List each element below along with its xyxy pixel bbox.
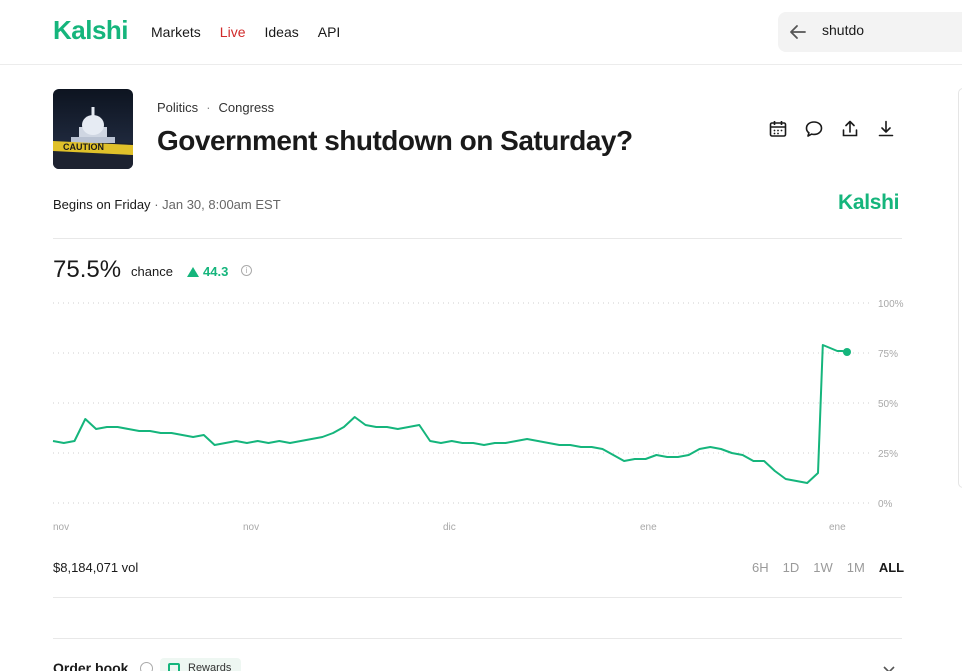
- search-box[interactable]: [778, 12, 962, 52]
- up-triangle-icon: [187, 267, 199, 277]
- rewards-label: Rewards: [188, 662, 232, 671]
- range-6h[interactable]: 6H: [752, 560, 769, 575]
- chance-delta: 44.3: [187, 264, 228, 279]
- search-input[interactable]: [822, 22, 962, 38]
- arrow-left-icon[interactable]: [788, 22, 808, 42]
- range-selector: 6H 1D 1W 1M ALL: [752, 560, 904, 575]
- chance-value: 75.5%: [53, 256, 122, 283]
- chance-delta-value: 44.3: [203, 264, 229, 279]
- x-tick-label: ene: [640, 522, 657, 533]
- x-tick-label: nov: [243, 522, 259, 533]
- range-1m[interactable]: 1M: [847, 560, 865, 575]
- begins-label: Begins on Friday: [53, 197, 151, 212]
- range-all[interactable]: ALL: [879, 560, 904, 575]
- y-tick-label: 25%: [878, 449, 898, 460]
- info-icon[interactable]: [140, 662, 153, 671]
- share-icon[interactable]: [840, 119, 860, 139]
- series-line: [52, 344, 848, 484]
- top-bar: Kalshi Markets Live Ideas API: [0, 0, 962, 65]
- x-tick-label: dic: [443, 522, 456, 533]
- y-tick-label: 100%: [878, 299, 904, 310]
- kalshi-brand-mark: Kalshi: [838, 191, 900, 214]
- market-actions: [768, 119, 896, 139]
- divider: [53, 597, 902, 598]
- chance-label: chance: [131, 264, 173, 279]
- main-nav: Markets Live Ideas API: [151, 24, 340, 40]
- divider: [53, 638, 902, 639]
- y-tick-label: 50%: [878, 399, 898, 410]
- divider: [53, 238, 902, 239]
- gift-icon: [168, 663, 180, 671]
- caution-tape-text: CAUTION: [63, 142, 104, 152]
- chevron-down-icon[interactable]: [882, 664, 896, 671]
- market-title: Government shutdown on Saturday?: [157, 125, 633, 156]
- nav-api[interactable]: API: [318, 24, 341, 40]
- volume-label: $8,184,071 vol: [53, 560, 139, 575]
- y-tick-label: 0%: [878, 499, 893, 510]
- current-point: [843, 348, 851, 356]
- kalshi-logo[interactable]: Kalshi: [53, 15, 129, 46]
- breadcrumb: Politics · Congress: [157, 100, 275, 115]
- rewards-badge[interactable]: Rewards: [160, 658, 241, 671]
- x-tick-label: ene: [829, 522, 846, 533]
- download-icon[interactable]: [876, 119, 896, 139]
- breadcrumb-politics[interactable]: Politics: [157, 100, 198, 115]
- price-chart[interactable]: 100% 75% 50% 25% 0% nov nov dic ene ene: [0, 290, 962, 540]
- event-schedule: Begins on Friday · Jan 30, 8:00am EST: [53, 197, 281, 212]
- order-book-heading[interactable]: Order book: [53, 660, 128, 671]
- x-tick-label: nov: [53, 522, 69, 533]
- comment-icon[interactable]: [804, 119, 824, 139]
- nav-ideas[interactable]: Ideas: [264, 24, 298, 40]
- nav-markets[interactable]: Markets: [151, 24, 201, 40]
- range-1d[interactable]: 1D: [783, 560, 800, 575]
- breadcrumb-congress[interactable]: Congress: [219, 100, 275, 115]
- info-icon[interactable]: i: [241, 265, 252, 276]
- y-tick-label: 75%: [878, 349, 898, 360]
- begins-date: · Jan 30, 8:00am EST: [154, 197, 281, 212]
- nav-live[interactable]: Live: [220, 24, 246, 40]
- range-1w[interactable]: 1W: [813, 560, 833, 575]
- calendar-icon[interactable]: [768, 119, 788, 139]
- market-thumbnail: CAUTION: [53, 89, 133, 169]
